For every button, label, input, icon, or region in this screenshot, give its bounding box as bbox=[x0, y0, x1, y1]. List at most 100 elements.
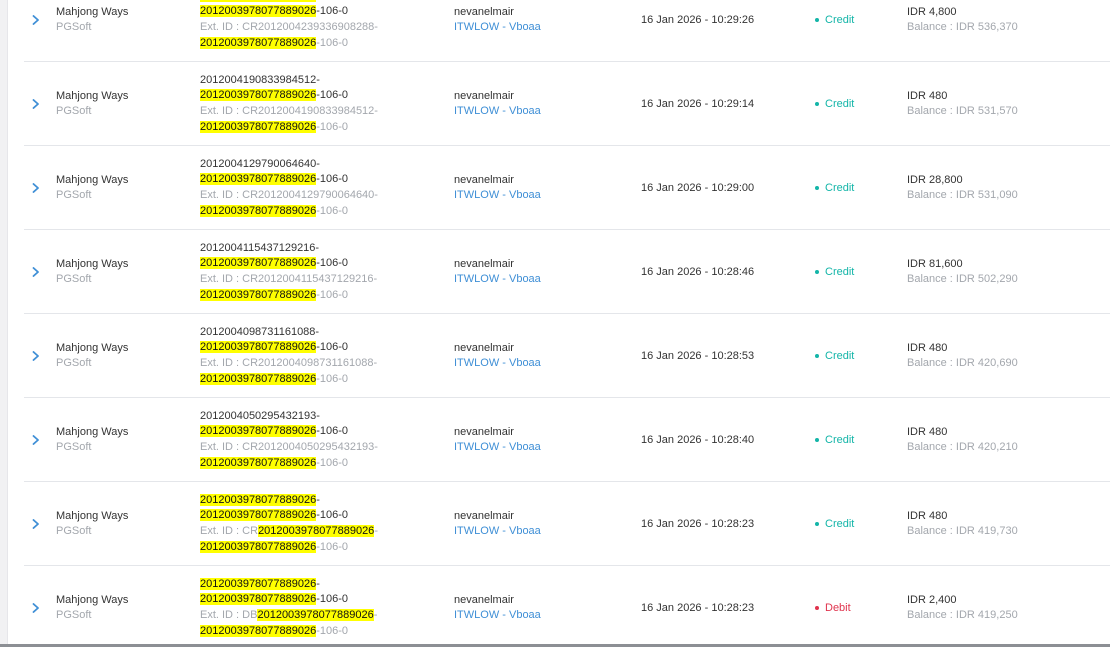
transaction-type-badge: Debit bbox=[815, 602, 851, 614]
external-id-line2: 2012003978077889026-106-0 bbox=[200, 288, 349, 301]
transaction-datetime: 16 Jan 2026 - 10:29:14 bbox=[641, 97, 755, 110]
transaction-type-badge: Credit bbox=[815, 182, 854, 194]
chevron-right-icon[interactable] bbox=[30, 266, 42, 278]
transaction-datetime: 16 Jan 2026 - 10:29:00 bbox=[641, 181, 755, 194]
table-row: Mahjong Ways PGSoft 2012004190833984512-… bbox=[24, 62, 1110, 146]
amount-cell: IDR 81,600 Balance : IDR 502,290 bbox=[907, 257, 1018, 288]
transaction-type-label: Debit bbox=[825, 601, 851, 614]
transaction-history-page: Mahjong Ways PGSoft 2012003978077889026 … bbox=[0, 0, 1110, 647]
external-id-line2: 2012003978077889026-106-0 bbox=[200, 204, 349, 217]
player-username: nevanelmair bbox=[454, 173, 514, 186]
transaction-type-badge: Credit bbox=[815, 350, 854, 362]
transaction-amount: IDR 480 bbox=[907, 509, 948, 522]
transaction-id-line1: 2012004050295432193- bbox=[200, 409, 320, 422]
external-id-line1: Ext. ID : CR2012004115437129216- bbox=[200, 272, 378, 285]
external-id-line2: 2012003978077889026-106-0 bbox=[200, 624, 349, 637]
chevron-right-icon[interactable] bbox=[30, 14, 42, 26]
transaction-id-line2: 2012003978077889026-106-0 bbox=[200, 173, 349, 186]
external-id-line1: Ext. ID : CR2012004129790064640- bbox=[200, 188, 378, 201]
status-dot-icon bbox=[815, 185, 819, 190]
status-dot-icon bbox=[815, 269, 819, 274]
transaction-type-badge: Credit bbox=[815, 434, 854, 446]
transaction-id-cell: 2012003978077889026- 2012003978077889026… bbox=[200, 493, 460, 555]
table-row: Mahjong Ways PGSoft 2012004050295432193-… bbox=[24, 398, 1110, 482]
transaction-amount: IDR 4,800 bbox=[907, 5, 957, 18]
transaction-id-line2: 2012003978077889026-106-0 bbox=[200, 89, 349, 102]
transaction-amount: IDR 480 bbox=[907, 341, 948, 354]
agent-link[interactable]: ITWLOW - Vboaa bbox=[454, 608, 541, 624]
transaction-id-line2: 2012003978077889026-106-0 bbox=[200, 257, 349, 270]
transaction-type-badge: Credit bbox=[815, 98, 854, 110]
player-cell: nevanelmair ITWLOW - Vboaa bbox=[454, 89, 541, 120]
transaction-id-line2: 2012003978077889026-106-0 bbox=[200, 5, 349, 18]
transaction-id-line2: 2012003978077889026-106-0 bbox=[200, 509, 349, 522]
chevron-right-icon[interactable] bbox=[30, 602, 42, 614]
transaction-datetime: 16 Jan 2026 - 10:28:23 bbox=[641, 601, 755, 614]
status-dot-icon bbox=[815, 521, 819, 526]
agent-link[interactable]: ITWLOW - Vboaa bbox=[454, 188, 541, 204]
agent-link[interactable]: ITWLOW - Vboaa bbox=[454, 272, 541, 288]
game-cell: Mahjong Ways PGSoft bbox=[56, 89, 128, 120]
game-cell: Mahjong Ways PGSoft bbox=[56, 5, 128, 36]
transaction-type-badge: Credit bbox=[815, 518, 854, 530]
external-id-line2: 2012003978077889026-106-0 bbox=[200, 372, 349, 385]
amount-cell: IDR 4,800 Balance : IDR 536,370 bbox=[907, 5, 1018, 36]
game-provider: PGSoft bbox=[56, 525, 92, 537]
transaction-id-cell: 2012004129790064640- 2012003978077889026… bbox=[200, 157, 460, 219]
chevron-right-icon[interactable] bbox=[30, 98, 42, 110]
table-row: Mahjong Ways PGSoft 2012003978077889026-… bbox=[24, 482, 1110, 566]
player-username: nevanelmair bbox=[454, 257, 514, 270]
game-cell: Mahjong Ways PGSoft bbox=[56, 425, 128, 456]
table-row: Mahjong Ways PGSoft 2012003978077889026 … bbox=[24, 0, 1110, 62]
external-id-line1: Ext. ID : CR2012003978077889026- bbox=[200, 524, 378, 537]
agent-link[interactable]: ITWLOW - Vboaa bbox=[454, 524, 541, 540]
external-id-line1: Ext. ID : CR2012004098731161088- bbox=[200, 356, 378, 369]
external-id-line2: 2012003978077889026-106-0 bbox=[200, 540, 349, 553]
transaction-id-cell: 2012004050295432193- 2012003978077889026… bbox=[200, 409, 460, 471]
amount-cell: IDR 480 Balance : IDR 419,730 bbox=[907, 509, 1018, 540]
transaction-id-line1: 2012004098731161088- bbox=[200, 325, 320, 338]
player-cell: nevanelmair ITWLOW - Vboaa bbox=[454, 173, 541, 204]
transaction-amount: IDR 2,400 bbox=[907, 593, 957, 606]
transaction-type-label: Credit bbox=[825, 265, 855, 278]
balance-after: Balance : IDR 419,730 bbox=[907, 525, 1018, 537]
player-cell: nevanelmair ITWLOW - Vboaa bbox=[454, 509, 541, 540]
game-provider: PGSoft bbox=[56, 105, 92, 117]
chevron-right-icon[interactable] bbox=[30, 518, 42, 530]
game-provider: PGSoft bbox=[56, 441, 92, 453]
agent-link[interactable]: ITWLOW - Vboaa bbox=[454, 20, 541, 36]
transaction-type-label: Credit bbox=[825, 517, 855, 530]
transaction-id-line2: 2012003978077889026-106-0 bbox=[200, 425, 349, 438]
player-cell: nevanelmair ITWLOW - Vboaa bbox=[454, 593, 541, 624]
external-id-line1: Ext. ID : CR2012004239336908288- bbox=[200, 20, 378, 33]
game-provider: PGSoft bbox=[56, 21, 92, 33]
balance-after: Balance : IDR 420,210 bbox=[907, 441, 1018, 453]
external-id-line2: 2012003978077889026-106-0 bbox=[200, 36, 349, 49]
game-provider: PGSoft bbox=[56, 273, 92, 285]
game-cell: Mahjong Ways PGSoft bbox=[56, 341, 128, 372]
chevron-right-icon[interactable] bbox=[30, 350, 42, 362]
transaction-id-cell: 2012003978077889026 2012003978077889026-… bbox=[200, 0, 460, 51]
player-username: nevanelmair bbox=[454, 89, 514, 102]
balance-after: Balance : IDR 536,370 bbox=[907, 21, 1018, 33]
transaction-datetime: 16 Jan 2026 - 10:28:46 bbox=[641, 265, 755, 278]
status-dot-icon bbox=[815, 101, 819, 106]
agent-link[interactable]: ITWLOW - Vboaa bbox=[454, 104, 541, 120]
transaction-id-line1: 2012003978077889026- bbox=[200, 493, 320, 506]
agent-link[interactable]: ITWLOW - Vboaa bbox=[454, 440, 541, 456]
external-id-line1: Ext. ID : DB2012003978077889026- bbox=[200, 608, 378, 621]
amount-cell: IDR 28,800 Balance : IDR 531,090 bbox=[907, 173, 1018, 204]
transaction-list: Mahjong Ways PGSoft 2012003978077889026 … bbox=[24, 0, 1110, 647]
transaction-datetime: 16 Jan 2026 - 10:28:23 bbox=[641, 517, 755, 530]
external-id-line2: 2012003978077889026-106-0 bbox=[200, 456, 349, 469]
game-name: Mahjong Ways bbox=[56, 341, 129, 354]
chevron-right-icon[interactable] bbox=[30, 434, 42, 446]
game-cell: Mahjong Ways PGSoft bbox=[56, 173, 128, 204]
chevron-right-icon[interactable] bbox=[30, 182, 42, 194]
game-name: Mahjong Ways bbox=[56, 509, 129, 522]
player-username: nevanelmair bbox=[454, 509, 514, 522]
agent-link[interactable]: ITWLOW - Vboaa bbox=[454, 356, 541, 372]
player-username: nevanelmair bbox=[454, 341, 514, 354]
player-username: nevanelmair bbox=[454, 5, 514, 18]
balance-after: Balance : IDR 531,090 bbox=[907, 189, 1018, 201]
